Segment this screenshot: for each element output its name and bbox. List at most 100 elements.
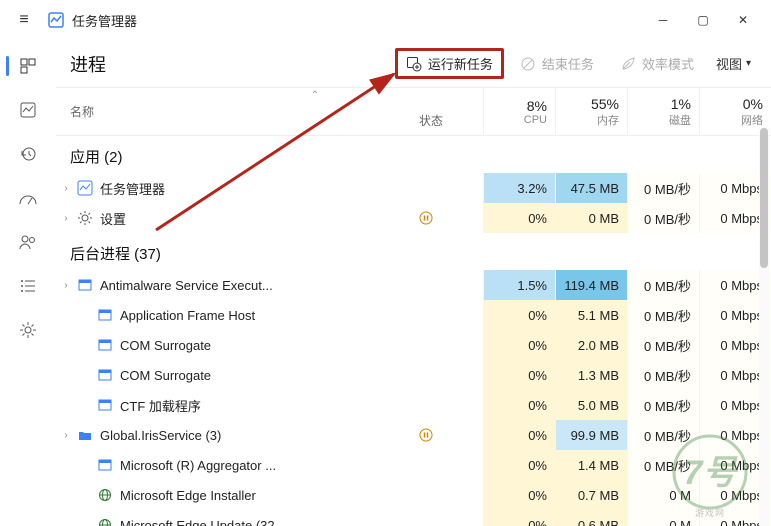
group-title: 后台进程 (37)	[56, 233, 771, 270]
memory-cell: 119.4 MB	[555, 270, 627, 300]
nav-app-history[interactable]	[0, 134, 56, 174]
app-icon	[48, 12, 64, 28]
disk-cell: 0 MB/秒	[627, 420, 699, 450]
memory-cell: 0.6 MB	[555, 510, 627, 526]
cpu-cell: 0%	[483, 480, 555, 510]
cpu-cell: 1.5%	[483, 270, 555, 300]
end-task-button[interactable]: 结束任务	[510, 48, 604, 79]
page-title: 进程	[70, 51, 106, 77]
table-row[interactable]: Microsoft Edge Installer0%0.7 MB0 M0 Mbp…	[56, 480, 771, 510]
list-icon	[19, 278, 37, 294]
app-title: 任务管理器	[72, 11, 137, 30]
view-dropdown[interactable]: 视图 ▾	[710, 50, 757, 77]
status-cell	[419, 211, 483, 225]
table-row[interactable]: Microsoft (R) Aggregator ...0%1.4 MB0 MB…	[56, 450, 771, 480]
table-row[interactable]: Application Frame Host0%5.1 MB0 MB/秒0 Mb…	[56, 300, 771, 330]
nav-details[interactable]	[0, 266, 56, 306]
cpu-cell: 0%	[483, 510, 555, 526]
status-cell	[419, 428, 483, 442]
table-row[interactable]: ›Global.IrisService (3)0%99.9 MB0 MB/秒0 …	[56, 420, 771, 450]
process-name: Microsoft Edge Update (32...	[120, 518, 419, 526]
process-icon	[96, 516, 114, 526]
grid-icon	[19, 57, 37, 75]
close-button[interactable]: ✕	[723, 0, 763, 40]
process-icon	[96, 306, 114, 324]
table-row[interactable]: › Antimalware Service Execut... 1.5%119.4 …	[56, 270, 771, 300]
maximize-button[interactable]: ▢	[683, 0, 723, 40]
header-status-label: 状态	[419, 112, 443, 129]
hamburger-menu[interactable]: ≡	[8, 11, 40, 29]
table-row[interactable]: ›任务管理器3.2%47.5 MB0 MB/秒0 Mbps	[56, 173, 771, 203]
cpu-cell: 0%	[483, 390, 555, 420]
process-name: Antimalware Service Execut...	[100, 278, 419, 293]
title-bar: ≡ 任务管理器 ─ ▢ ✕	[0, 0, 771, 40]
expand-chevron-icon[interactable]: ›	[56, 280, 76, 291]
process-name: COM Surrogate	[120, 338, 419, 353]
disk-cell: 0 MB/秒	[627, 203, 699, 233]
group-title: 应用 (2)	[56, 136, 771, 173]
nav-performance[interactable]	[0, 90, 56, 130]
process-icon	[96, 336, 114, 354]
gear-icon	[19, 321, 37, 339]
nav-services[interactable]	[0, 310, 56, 350]
disk-cell: 0 MB/秒	[627, 173, 699, 203]
process-name: Global.IrisService (3)	[100, 428, 419, 443]
cpu-cell: 0%	[483, 300, 555, 330]
cpu-cell: 0%	[483, 450, 555, 480]
memory-cell: 5.1 MB	[555, 300, 627, 330]
header-disk[interactable]: 1% 磁盘	[627, 88, 699, 135]
header-status[interactable]: 状态	[419, 88, 483, 135]
table-row[interactable]: Microsoft Edge Update (32...0%0.6 MB0 M0…	[56, 510, 771, 526]
table-row[interactable]: CTF 加载程序0%5.0 MB0 MB/秒0 Mbps	[56, 390, 771, 420]
process-icon	[76, 276, 94, 294]
header-cpu[interactable]: 8% CPU	[483, 88, 555, 135]
cpu-cell: 3.2%	[483, 173, 555, 203]
nav-startup-apps[interactable]	[0, 178, 56, 218]
memory-cell: 2.0 MB	[555, 330, 627, 360]
process-table: 应用 (2)›任务管理器3.2%47.5 MB0 MB/秒0 Mbps›设置0%…	[56, 136, 771, 526]
cpu-cell: 0%	[483, 203, 555, 233]
header-disk-pct: 1%	[671, 96, 691, 112]
nav-users[interactable]	[0, 222, 56, 262]
users-icon	[18, 234, 38, 250]
history-icon	[19, 145, 37, 163]
table-row[interactable]: ›设置0%0 MB0 MB/秒0 Mbps	[56, 203, 771, 233]
process-name: CTF 加载程序	[120, 396, 419, 415]
expand-chevron-icon[interactable]: ›	[56, 183, 76, 194]
expand-chevron-icon[interactable]: ›	[56, 213, 76, 224]
header-memory[interactable]: 55% 内存	[555, 88, 627, 135]
disk-cell: 0 M	[627, 480, 699, 510]
nav-processes[interactable]	[0, 46, 56, 86]
process-name: Microsoft (R) Aggregator ...	[120, 458, 419, 473]
leaf-icon	[620, 56, 636, 72]
scroll-thumb[interactable]	[760, 128, 768, 268]
memory-cell: 47.5 MB	[555, 173, 627, 203]
header-network-pct: 0%	[743, 96, 763, 112]
gauge-icon	[18, 190, 38, 206]
header-memory-label: 内存	[597, 112, 619, 128]
process-icon	[96, 486, 114, 504]
process-icon	[96, 366, 114, 384]
cpu-cell: 0%	[483, 420, 555, 450]
disk-cell: 0 MB/秒	[627, 360, 699, 390]
table-row[interactable]: COM Surrogate0%2.0 MB0 MB/秒0 Mbps	[56, 330, 771, 360]
header-name[interactable]: ⌃ 名称	[56, 88, 419, 135]
chart-icon	[19, 101, 37, 119]
cpu-cell: 0%	[483, 360, 555, 390]
vertical-scrollbar[interactable]	[759, 128, 769, 526]
efficiency-mode-button[interactable]: 效率模式	[610, 48, 704, 79]
sort-caret-icon: ⌃	[311, 90, 319, 101]
minimize-button[interactable]: ─	[643, 0, 683, 40]
memory-cell: 0.7 MB	[555, 480, 627, 510]
view-label: 视图	[716, 54, 742, 73]
expand-chevron-icon[interactable]: ›	[56, 430, 76, 441]
table-row[interactable]: COM Surrogate0%1.3 MB0 MB/秒0 Mbps	[56, 360, 771, 390]
memory-cell: 0 MB	[555, 203, 627, 233]
run-new-task-label: 运行新任务	[428, 54, 493, 73]
process-name: Microsoft Edge Installer	[120, 488, 419, 503]
header-cpu-label: CPU	[524, 114, 547, 126]
run-new-task-button[interactable]: 运行新任务	[395, 48, 504, 79]
run-task-icon	[406, 56, 422, 72]
cpu-cell: 0%	[483, 330, 555, 360]
sidebar	[0, 40, 56, 526]
